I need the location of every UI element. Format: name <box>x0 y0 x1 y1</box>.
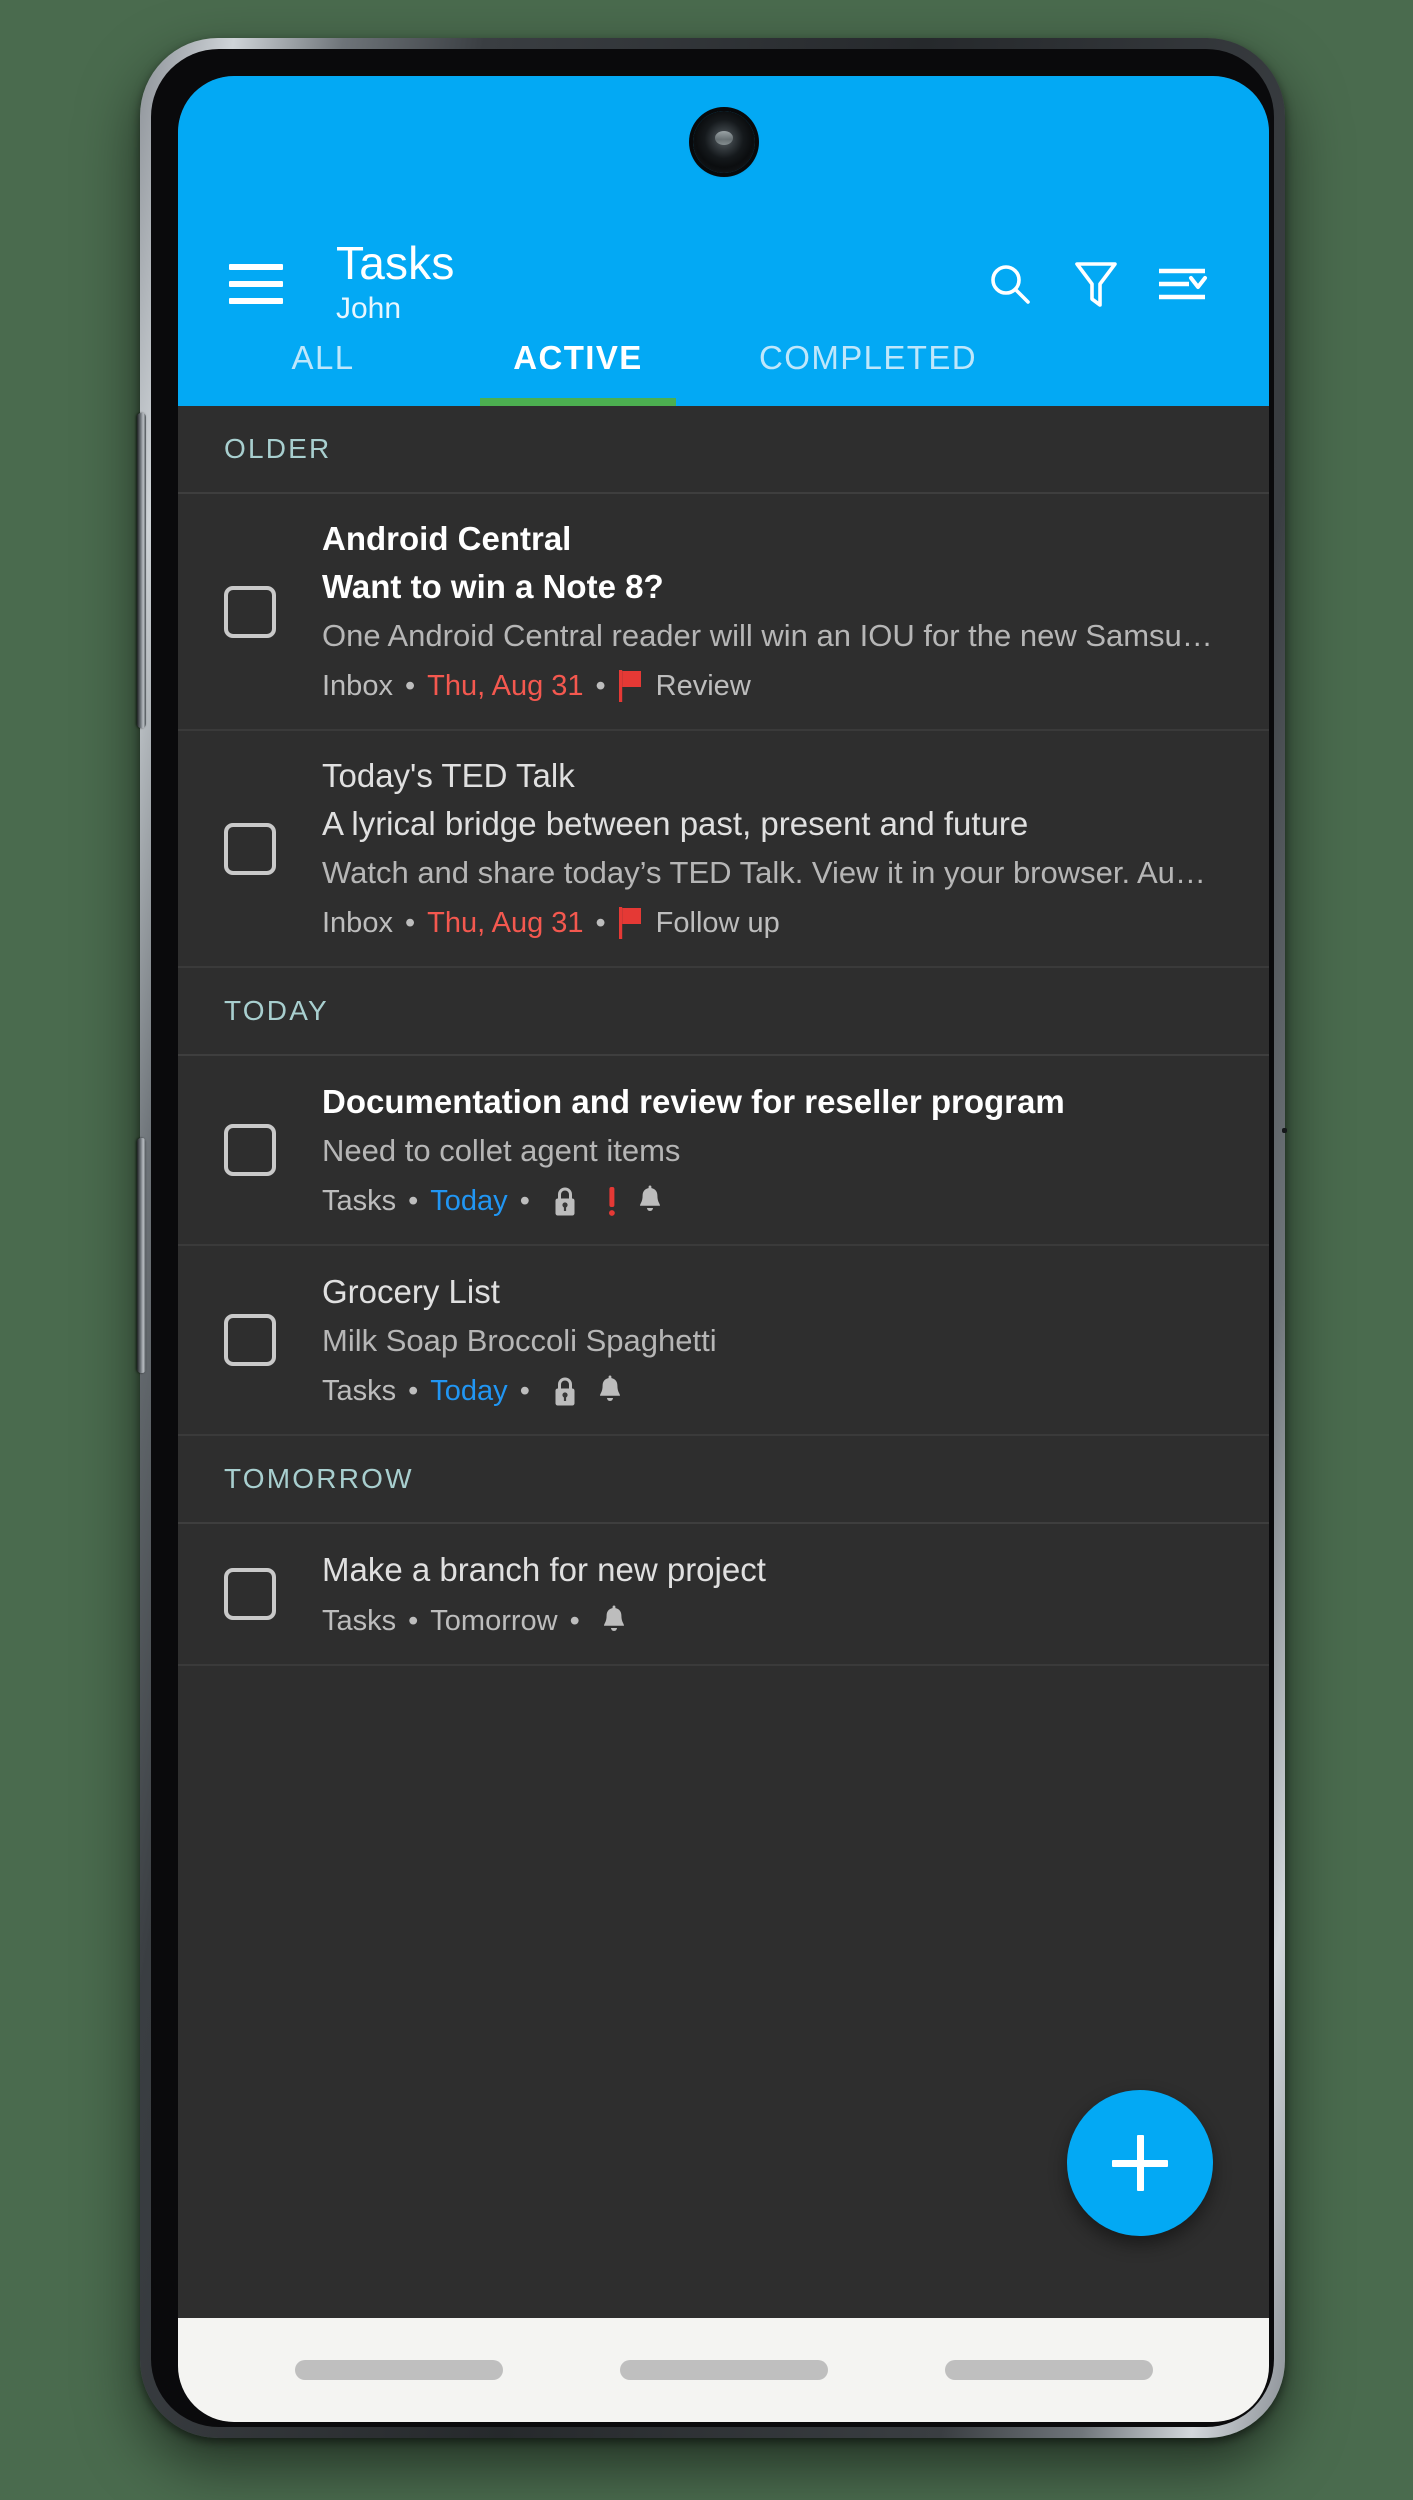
task-sender: Android Central <box>322 520 572 557</box>
task-sender: Today's TED Talk <box>322 757 575 794</box>
task-body: Grocery List Milk Soap Broccoli Spaghett… <box>322 1268 1229 1412</box>
meta-separator: • <box>595 907 606 939</box>
task-title: Want to win a Note 8? <box>322 568 664 605</box>
system-navigation-bar <box>178 2318 1269 2422</box>
flag-icon <box>618 670 644 702</box>
meta-separator: • <box>519 1185 530 1217</box>
meta-separator: • <box>595 670 606 702</box>
task-checkbox[interactable] <box>224 585 276 638</box>
lock-icon <box>552 1185 578 1217</box>
hamburger-line-3 <box>229 298 283 304</box>
task-meta: Tasks • Today • <box>322 1180 1229 1222</box>
page-title: Tasks <box>336 236 455 289</box>
section-header-label: TOMORROW <box>224 1463 414 1494</box>
reminder-bell-icon <box>636 1185 664 1217</box>
section-header-label: TODAY <box>224 995 329 1026</box>
section-header-today: TODAY <box>178 968 1269 1056</box>
lock-icon <box>552 1375 578 1407</box>
task-title: Make a branch for new project <box>322 1551 766 1588</box>
task-due-date: Tomorrow <box>430 1605 558 1637</box>
add-task-fab[interactable] <box>1067 2090 1213 2236</box>
meta-separator: • <box>408 1605 419 1637</box>
phone-screen: Tasks John ALL ACTIVE COMPLETED OLDER An… <box>178 76 1269 2422</box>
reminder-bell-icon <box>596 1375 624 1407</box>
task-flag-label: Follow up <box>655 907 780 939</box>
tab-active[interactable]: ACTIVE <box>468 310 688 406</box>
tab-completed[interactable]: COMPLETED <box>688 310 1048 406</box>
task-due-date: Today <box>430 1375 508 1407</box>
task-title: Grocery List <box>322 1273 500 1310</box>
front-camera <box>692 111 755 173</box>
task-list-name: Tasks <box>322 1605 397 1637</box>
nav-back-pill[interactable] <box>944 2360 1153 2380</box>
tab-all[interactable]: ALL <box>178 310 468 406</box>
table-row[interactable]: Make a branch for new project Tasks • To… <box>178 1524 1269 1666</box>
task-body: Documentation and review for reseller pr… <box>322 1078 1229 1222</box>
task-due-date: Thu, Aug 31 <box>427 907 584 939</box>
hamburger-line-1 <box>229 264 283 270</box>
section-header-tomorrow: TOMORROW <box>178 1436 1269 1524</box>
task-list-name: Inbox <box>322 670 393 702</box>
tab-completed-label: COMPLETED <box>759 339 977 376</box>
table-row[interactable]: Grocery List Milk Soap Broccoli Spaghett… <box>178 1246 1269 1436</box>
task-body: Android Central Want to win a Note 8? On… <box>322 516 1229 707</box>
task-title: Documentation and review for reseller pr… <box>322 1083 1065 1120</box>
task-checkbox[interactable] <box>224 1124 276 1176</box>
meta-separator: • <box>408 1185 419 1217</box>
task-due-date: Today <box>430 1185 508 1217</box>
task-checkbox[interactable] <box>224 1568 276 1620</box>
tab-indicator <box>480 398 676 406</box>
nav-recents-pill[interactable] <box>294 2360 503 2380</box>
app-header: Tasks John ALL ACTIVE COMPLETED <box>178 76 1269 406</box>
section-header-older: OLDER <box>178 406 1269 494</box>
hamburger-line-2 <box>229 281 283 287</box>
volume-button[interactable] <box>137 413 146 728</box>
task-list-name: Tasks <box>322 1185 397 1217</box>
task-description: One Android Central reader will win an I… <box>322 618 1213 653</box>
task-list-name: Tasks <box>322 1375 397 1407</box>
phone-bezel: Tasks John ALL ACTIVE COMPLETED OLDER An… <box>151 49 1274 2427</box>
task-list-name: Inbox <box>322 907 393 939</box>
task-meta: Tasks • Today • <box>322 1370 1229 1412</box>
section-header-label: OLDER <box>224 433 332 464</box>
phone-device: Tasks John ALL ACTIVE COMPLETED OLDER An… <box>137 38 1287 2438</box>
meta-separator: • <box>404 670 416 702</box>
task-meta: Inbox • Thu, Aug 31 • Follow up <box>322 902 1229 944</box>
table-row[interactable]: Today's TED Talk A lyrical bridge betwee… <box>178 731 1269 968</box>
tab-all-label: ALL <box>291 339 355 376</box>
table-row[interactable]: Documentation and review for reseller pr… <box>178 1056 1269 1246</box>
flag-icon <box>618 907 644 939</box>
tab-bar: ALL ACTIVE COMPLETED <box>178 310 1269 406</box>
priority-icon <box>606 1185 618 1217</box>
right-edge-marker <box>1282 1128 1287 1133</box>
task-checkbox[interactable] <box>224 1314 276 1366</box>
meta-separator: • <box>404 907 416 939</box>
task-meta: Tasks • Tomorrow • <box>322 1600 1229 1642</box>
task-checkbox[interactable] <box>224 822 276 875</box>
meta-separator: • <box>519 1375 530 1407</box>
nav-home-pill[interactable] <box>619 2360 828 2380</box>
task-body: Make a branch for new project Tasks • To… <box>322 1546 1229 1642</box>
task-body: Today's TED Talk A lyrical bridge betwee… <box>322 753 1229 944</box>
task-description: Milk Soap Broccoli Spaghetti <box>322 1323 717 1358</box>
task-flag-label: Review <box>655 670 751 702</box>
power-button[interactable] <box>137 1138 146 1373</box>
tab-active-label: ACTIVE <box>513 339 643 376</box>
task-meta: Inbox • Thu, Aug 31 • Review <box>322 665 1229 707</box>
reminder-bell-icon <box>600 1605 628 1637</box>
task-due-date: Thu, Aug 31 <box>427 670 584 702</box>
table-row[interactable]: Android Central Want to win a Note 8? On… <box>178 494 1269 731</box>
task-description: Watch and share today’s TED Talk. View i… <box>322 855 1206 890</box>
task-description: Need to collet agent items <box>322 1133 681 1168</box>
meta-separator: • <box>569 1605 580 1637</box>
task-title: A lyrical bridge between past, present a… <box>322 805 1029 842</box>
meta-separator: • <box>408 1375 419 1407</box>
